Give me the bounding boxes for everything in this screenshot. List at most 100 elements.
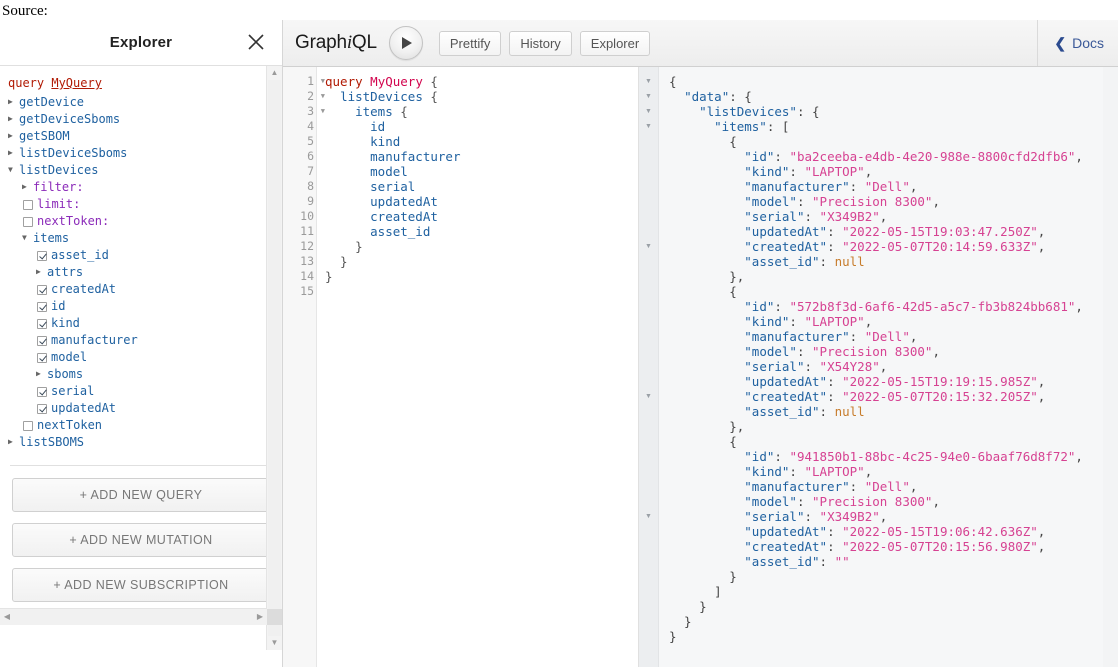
- result-token: "kind": [744, 464, 790, 479]
- chevron-down-icon[interactable]: [22, 229, 33, 246]
- execute-query-button[interactable]: [388, 26, 423, 60]
- explorer-tree-item[interactable]: attrs: [8, 264, 272, 281]
- query-editor-pane[interactable]: 1 ▼ 2 ▼ 3 ▼ 4 5 6 7 8 9 10 11 12 13 14 15 query MyQuery {…: [283, 67, 639, 667]
- explorer-tree-item[interactable]: id: [8, 298, 272, 315]
- prettify-button[interactable]: Prettify: [438, 30, 502, 56]
- explorer-tree-item[interactable]: getDeviceSboms: [8, 111, 272, 128]
- chevron-right-icon[interactable]: [36, 263, 47, 280]
- result-token: ,: [909, 179, 918, 194]
- explorer-tree-item[interactable]: listDevices: [8, 162, 272, 179]
- code-line: }: [325, 254, 638, 269]
- result-fold-gutter-row: [639, 164, 658, 179]
- chevron-right-icon[interactable]: [8, 93, 19, 110]
- fold-toggle-icon[interactable]: ▼: [321, 89, 325, 104]
- scroll-down-arrow-icon[interactable]: ▼: [267, 636, 282, 650]
- explorer-tree-item[interactable]: sboms: [8, 366, 272, 383]
- result-viewer-scrollbar[interactable]: [1103, 67, 1118, 667]
- checkbox-checked[interactable]: [37, 284, 47, 295]
- explorer-vscroll-thumb[interactable]: [268, 80, 281, 636]
- add-new-subscription-button[interactable]: + ADD NEW SUBSCRIPTION: [12, 568, 270, 602]
- fold-toggle-icon[interactable]: ▼: [639, 104, 658, 119]
- query-name[interactable]: MyQuery: [51, 76, 102, 90]
- explorer-tree-item[interactable]: filter:: [8, 179, 272, 196]
- checkbox-checked[interactable]: [37, 301, 47, 312]
- chevron-right-icon[interactable]: [8, 433, 19, 450]
- fold-toggle-icon[interactable]: ▼: [321, 104, 325, 119]
- result-line: "id": "ba2ceeba-e4db-4e20-988e-8800cfd2d…: [669, 149, 1118, 164]
- result-token: "asset_id": [744, 554, 820, 569]
- docs-link[interactable]: ❮ Docs: [1037, 20, 1104, 66]
- explorer-tree-item[interactable]: nextToken: [8, 417, 272, 434]
- result-fold-gutter-row: [639, 404, 658, 419]
- explorer-tree-item[interactable]: model: [8, 349, 272, 366]
- explorer-hscroll-thumb[interactable]: [14, 610, 253, 624]
- fold-toggle-icon[interactable]: ▼: [639, 389, 658, 404]
- fold-toggle-icon[interactable]: ▼: [639, 74, 658, 89]
- close-icon[interactable]: [246, 32, 266, 52]
- checkbox-checked[interactable]: [37, 386, 47, 397]
- explorer-tree-item[interactable]: manufacturer: [8, 332, 272, 349]
- chevron-right-icon[interactable]: [8, 144, 19, 161]
- line-number: 8: [307, 179, 314, 193]
- fold-toggle-icon[interactable]: ▼: [639, 509, 658, 524]
- chevron-right-icon[interactable]: [22, 178, 33, 195]
- fold-toggle-icon[interactable]: ▼: [321, 74, 325, 89]
- result-token: "Dell": [864, 329, 910, 344]
- explorer-vertical-scrollbar[interactable]: ▲ ▼: [266, 66, 282, 650]
- result-fold-gutter-row: [639, 344, 658, 359]
- result-fold-gutter-row: [639, 629, 658, 644]
- fold-toggle-icon[interactable]: ▼: [639, 239, 658, 254]
- checkbox-unchecked[interactable]: [23, 199, 33, 210]
- explorer-tree-item[interactable]: items: [8, 230, 272, 247]
- fold-toggle-icon[interactable]: ▼: [639, 89, 658, 104]
- scroll-left-arrow-icon[interactable]: ◀: [0, 609, 14, 625]
- checkbox-checked[interactable]: [37, 318, 47, 329]
- add-new-mutation-button[interactable]: + ADD NEW MUTATION: [12, 523, 270, 557]
- checkbox-checked[interactable]: [37, 403, 47, 414]
- checkbox-unchecked[interactable]: [23, 216, 33, 227]
- query-editor-code[interactable]: query MyQuery { listDevices { items { id…: [317, 67, 638, 667]
- explorer-tree-item[interactable]: listSBOMS: [8, 434, 272, 451]
- explorer-tree-item[interactable]: asset_id: [8, 247, 272, 264]
- explorer-horizontal-scrollbar[interactable]: ◀ ▶: [0, 608, 267, 625]
- add-new-query-button[interactable]: + ADD NEW QUERY: [12, 478, 270, 512]
- chevron-down-icon[interactable]: [8, 161, 19, 178]
- result-token: :: [819, 404, 835, 419]
- explorer-toggle-button[interactable]: Explorer: [579, 30, 651, 56]
- result-token: "model": [744, 344, 797, 359]
- result-fold-gutter-row: [639, 314, 658, 329]
- explorer-tree-item[interactable]: updatedAt: [8, 400, 272, 417]
- checkbox-unchecked[interactable]: [23, 420, 33, 431]
- explorer-tree-item[interactable]: kind: [8, 315, 272, 332]
- chevron-right-icon[interactable]: [8, 110, 19, 127]
- explorer-tree-item[interactable]: createdAt: [8, 281, 272, 298]
- line-number: 13: [300, 254, 314, 268]
- checkbox-checked[interactable]: [37, 250, 47, 261]
- result-token: "asset_id": [744, 254, 820, 269]
- result-token: null: [834, 404, 865, 419]
- chevron-right-icon[interactable]: [36, 365, 47, 382]
- fold-toggle-icon[interactable]: ▼: [639, 119, 658, 134]
- explorer-tree-item[interactable]: serial: [8, 383, 272, 400]
- result-token: "updatedAt": [744, 224, 828, 239]
- result-fold-gutter-row: [639, 299, 658, 314]
- result-line: "createdAt": "2022-05-07T20:14:59.633Z",: [669, 239, 1118, 254]
- explorer-tree-item-label: id: [51, 299, 66, 313]
- result-token: ,: [932, 194, 940, 209]
- code-line: }: [325, 269, 638, 284]
- checkbox-checked[interactable]: [37, 352, 47, 363]
- scroll-up-arrow-icon[interactable]: ▲: [267, 66, 282, 80]
- explorer-tree-item[interactable]: nextToken:: [8, 213, 272, 230]
- history-button[interactable]: History: [509, 30, 572, 56]
- explorer-tree-item[interactable]: getDevice: [8, 94, 272, 111]
- chevron-right-icon[interactable]: [8, 127, 19, 144]
- result-line: "kind": "LAPTOP",: [669, 314, 1118, 329]
- explorer-tree-item-label: listDeviceSboms: [19, 146, 128, 160]
- checkbox-checked[interactable]: [37, 335, 47, 346]
- scroll-right-arrow-icon[interactable]: ▶: [253, 609, 267, 625]
- explorer-tree-item[interactable]: getSBOM: [8, 128, 272, 145]
- explorer-tree-item[interactable]: limit:: [8, 196, 272, 213]
- explorer-tree-item[interactable]: listDeviceSboms: [8, 145, 272, 162]
